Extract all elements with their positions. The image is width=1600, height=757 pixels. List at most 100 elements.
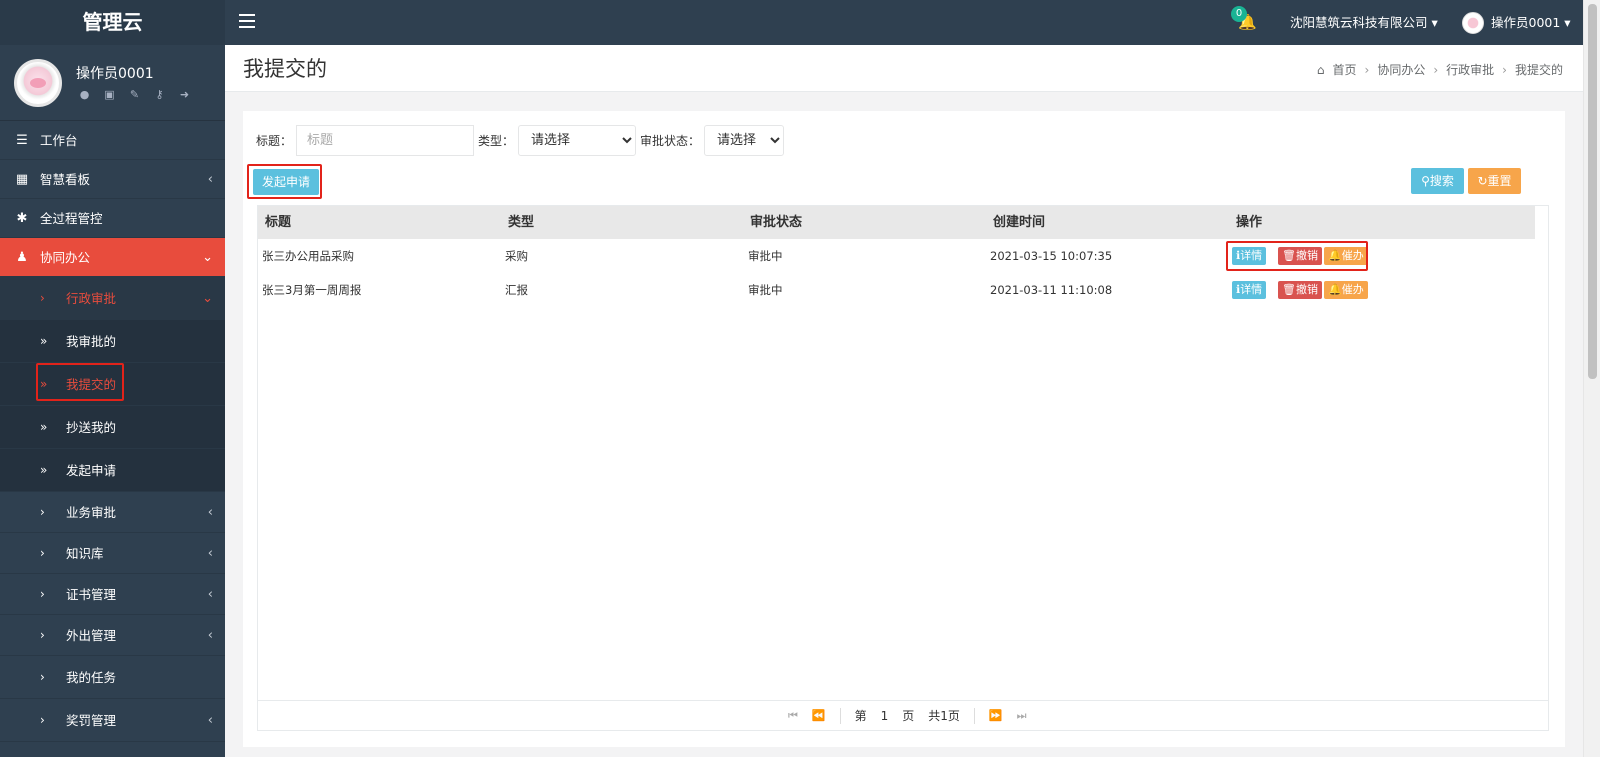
- type-filter-select[interactable]: 请选择: [518, 125, 637, 156]
- sidebar-item-my-tasks[interactable]: › 我的任务: [0, 656, 225, 699]
- sidebar-item-business-approval[interactable]: › 业务审批 ‹: [0, 492, 225, 533]
- sidebar-item-admin-approval[interactable]: › 行政审批 ⌄: [0, 277, 225, 320]
- scrollbar-thumb[interactable]: [1588, 4, 1597, 379]
- sidebar-item-label: 知识库: [66, 546, 104, 561]
- table-header: 标题 类型 审批状态 创建时间 操作: [258, 206, 1535, 239]
- chevron-right-icon: ›: [40, 291, 45, 305]
- chevron-left-icon: ‹: [207, 546, 213, 561]
- breadcrumb-home[interactable]: 首页: [1333, 61, 1357, 78]
- sidebar-item-cc-me[interactable]: » 抄送我的: [0, 406, 225, 449]
- urge-label: 催办: [1341, 283, 1364, 296]
- page-number[interactable]: 1: [881, 701, 889, 731]
- chevron-left-icon: ‹: [207, 587, 213, 602]
- row-type: 采购: [505, 249, 528, 263]
- user-dropdown[interactable]: 操作员0001 ▾: [1491, 0, 1571, 45]
- breadcrumb-admin-approval[interactable]: 行政审批: [1446, 61, 1494, 78]
- row-status: 审批中: [748, 249, 783, 263]
- bell-icon: 🔔: [1328, 283, 1342, 296]
- pagination-divider: [839, 708, 841, 724]
- menu-toggle-icon[interactable]: [239, 14, 255, 28]
- sidebar-item-my-submissions[interactable]: » 我提交的: [0, 363, 225, 406]
- row-created: 2021-03-11 11:10:08: [990, 283, 1113, 297]
- title-filter-input[interactable]: [296, 125, 475, 156]
- breadcrumb-current: 我提交的: [1514, 63, 1563, 77]
- sidebar-item-label: 抄送我的: [66, 420, 117, 435]
- first-page-icon[interactable]: ⏮: [788, 701, 798, 731]
- sidebar-item-collaboration[interactable]: ♟ 协同办公 ⌄: [0, 238, 225, 277]
- column-header-type[interactable]: 类型: [508, 206, 534, 239]
- top-avatar[interactable]: [1462, 12, 1484, 34]
- data-table: 标题 类型 审批状态 创建时间 操作 张三办公用品采购 采购 审批中 2021-…: [257, 205, 1549, 731]
- page-scrollbar[interactable]: [1583, 0, 1600, 757]
- detail-label: 详情: [1240, 283, 1263, 296]
- status-filter-select[interactable]: 请选择: [704, 125, 785, 156]
- sidebar-item-outing[interactable]: › 外出管理 ‹: [0, 615, 225, 656]
- create-request-button[interactable]: 发起申请: [253, 169, 319, 195]
- column-header-status[interactable]: 审批状态: [750, 206, 802, 239]
- breadcrumb-collaboration[interactable]: 协同办公: [1377, 61, 1425, 78]
- reset-button[interactable]: ↻重置: [1468, 168, 1521, 194]
- revoke-label: 撤销: [1295, 283, 1318, 296]
- urge-button[interactable]: 🔔催办: [1324, 281, 1368, 299]
- photo-icon[interactable]: ▣: [103, 89, 116, 101]
- logout-icon[interactable]: ➜: [178, 89, 191, 101]
- breadcrumb: ⌂ 首页 › 协同办公 › 行政审批 › 我提交的: [1317, 61, 1563, 78]
- revoke-button[interactable]: 🗑撤销: [1278, 247, 1322, 265]
- page-total: 共1页: [928, 709, 960, 723]
- user-profile: 操作员0001 ● ▣ ✎ ⚷ ➜: [0, 45, 225, 121]
- chevron-down-icon: ⌄: [202, 250, 213, 265]
- reset-button-label: 重置: [1487, 174, 1512, 188]
- sidebar-item-rewards[interactable]: › 奖罚管理 ‹: [0, 699, 225, 742]
- pagination: ⏮ ⏪ 第 1 页 共1页 ⏩ ⏭: [258, 700, 1548, 730]
- sidebar-item-new-request[interactable]: » 发起申请: [0, 449, 225, 492]
- urge-label: 催办: [1341, 249, 1364, 262]
- double-chevron-icon: »: [40, 463, 48, 477]
- profile-actions: ● ▣ ✎ ⚷ ➜: [78, 89, 191, 101]
- sidebar-item-my-approvals[interactable]: » 我审批的: [0, 320, 225, 363]
- sidebar-item-process-control[interactable]: ✱ 全过程管控: [0, 199, 225, 238]
- detail-button[interactable]: ℹ详情: [1232, 281, 1267, 299]
- detail-button[interactable]: ℹ详情: [1232, 247, 1267, 265]
- revoke-button[interactable]: 🗑撤销: [1278, 281, 1322, 299]
- search-icon: ⚲: [1421, 174, 1430, 188]
- sidebar-item-knowledge-base[interactable]: › 知识库 ‹: [0, 533, 225, 574]
- brand-title: 管理云: [0, 0, 225, 45]
- revoke-label: 撤销: [1295, 249, 1318, 262]
- edit-icon[interactable]: ✎: [128, 89, 141, 101]
- sidebar-item-label: 协同办公: [40, 250, 91, 265]
- row-title: 张三办公用品采购: [262, 249, 354, 263]
- column-header-title[interactable]: 标题: [265, 206, 291, 239]
- sidebar-item-label: 发起申请: [66, 463, 117, 478]
- sidebar-item-label: 我审批的: [66, 334, 117, 349]
- column-header-created[interactable]: 创建时间: [993, 206, 1045, 239]
- chevron-right-icon: ›: [1502, 62, 1507, 77]
- chevron-right-icon: ›: [40, 670, 45, 684]
- trash-icon: 🗑: [1282, 283, 1296, 296]
- key-icon[interactable]: ⚷: [153, 89, 166, 101]
- last-page-icon[interactable]: ⏭: [1017, 701, 1027, 731]
- asterisk-icon: ✱: [16, 211, 28, 226]
- users-icon: ♟: [16, 250, 28, 265]
- caret-down-icon: ▾: [1431, 15, 1438, 30]
- sidebar: 管理云 操作员0001 ● ▣ ✎ ⚷ ➜ ☰ 工作台 ▦ 智慧看板 ‹ ✱ 全…: [0, 0, 225, 757]
- sidebar-item-label: 外出管理: [66, 628, 117, 643]
- detail-label: 详情: [1240, 249, 1263, 262]
- user-icon[interactable]: ●: [78, 89, 91, 101]
- pagination-divider: [973, 708, 975, 724]
- avatar[interactable]: [14, 59, 62, 107]
- notification-badge: 0: [1231, 6, 1247, 22]
- company-dropdown[interactable]: 沈阳慧筑云科技有限公司 ▾: [1290, 0, 1438, 45]
- chevron-right-icon: ›: [1364, 62, 1370, 77]
- urge-button[interactable]: 🔔催办: [1324, 247, 1368, 265]
- company-name: 沈阳慧筑云科技有限公司: [1290, 15, 1428, 30]
- next-page-icon[interactable]: ⏩: [989, 701, 1003, 731]
- row-status: 审批中: [748, 283, 783, 297]
- sidebar-item-dashboard[interactable]: ▦ 智慧看板 ‹: [0, 160, 225, 199]
- prev-page-icon[interactable]: ⏪: [812, 701, 826, 731]
- row-created: 2021-03-15 10:07:35: [990, 249, 1113, 263]
- sidebar-item-certificates[interactable]: › 证书管理 ‹: [0, 574, 225, 615]
- refresh-icon: ↻: [1477, 174, 1488, 188]
- search-button[interactable]: ⚲搜索: [1411, 168, 1464, 194]
- list-icon: ☰: [16, 133, 28, 148]
- sidebar-item-workbench[interactable]: ☰ 工作台: [0, 121, 225, 160]
